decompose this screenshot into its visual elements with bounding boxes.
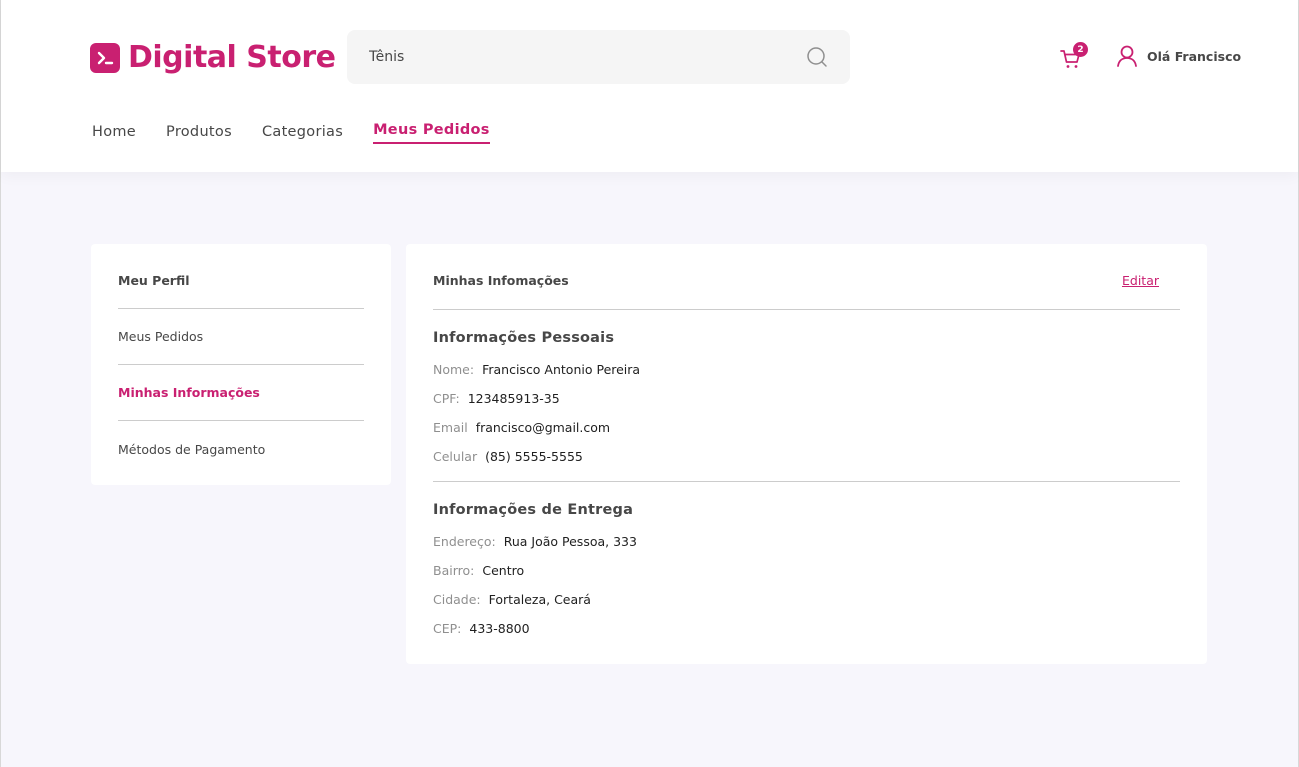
field-label: CPF:: [433, 391, 460, 406]
info-row-cep: CEP: 433-8800: [433, 614, 1180, 643]
nav-item-categorias[interactable]: Categorias: [262, 120, 343, 140]
personal-info-title: Informações Pessoais: [433, 330, 615, 346]
field-label: Cidade:: [433, 592, 481, 607]
field-label: Celular: [433, 449, 478, 464]
user-menu[interactable]: Olá Francisco: [1116, 44, 1241, 68]
terminal-icon: [90, 42, 120, 73]
cart-count-badge: 2: [1073, 42, 1088, 57]
info-row-email: Email francisco@gmail.com: [433, 413, 1180, 442]
field-value: Rua João Pessoa, 333: [503, 534, 637, 549]
delivery-info-section: Informações de Entrega Endereço: Rua Joã…: [433, 482, 1180, 643]
search-input[interactable]: [369, 49, 806, 65]
info-row-cpf: CPF: 123485913-35: [433, 384, 1180, 413]
search-icon[interactable]: [806, 46, 828, 68]
info-row-cidade: Cidade: Fortaleza, Ceará: [433, 585, 1180, 614]
field-value: 433-8800: [469, 621, 530, 636]
info-card-title: Minhas Infomações: [433, 273, 569, 288]
info-row-name: Nome: Francisco Antonio Pereira: [433, 355, 1180, 384]
info-row-celular: Celular (85) 5555-5555: [433, 442, 1180, 471]
search-bar: [347, 30, 850, 84]
sidebar-item-meus-pedidos[interactable]: Meus Pedidos: [118, 309, 364, 365]
sidebar-item-metodos-pagamento[interactable]: Métodos de Pagamento: [118, 421, 364, 477]
info-row-endereco: Endereço: Rua João Pessoa, 333: [433, 527, 1180, 556]
personal-info-section: Informações Pessoais Nome: Francisco Ant…: [433, 310, 1180, 482]
field-value: Fortaleza, Ceará: [488, 592, 591, 607]
user-icon: [1117, 45, 1137, 67]
nav-item-home[interactable]: Home: [92, 120, 136, 140]
profile-sidebar: Meu Perfil Meus Pedidos Minhas Informaçõ…: [91, 244, 391, 485]
field-value: Centro: [482, 563, 525, 578]
field-label: Nome:: [433, 362, 475, 377]
nav-item-meus-pedidos[interactable]: Meus Pedidos: [373, 120, 490, 144]
field-label: Endereço:: [433, 534, 496, 549]
info-card: Minhas Infomações Editar Informações Pes…: [406, 244, 1207, 664]
cart-button[interactable]: 2: [1059, 42, 1089, 70]
user-greeting: Olá Francisco: [1147, 48, 1242, 64]
field-value: (85) 5555-5555: [485, 449, 583, 464]
field-value: Francisco Antonio Pereira: [482, 362, 641, 377]
edit-button[interactable]: Editar: [1122, 273, 1159, 288]
info-row-bairro: Bairro: Centro: [433, 556, 1180, 585]
brand-logo[interactable]: Digital Store: [90, 40, 336, 75]
nav-item-produtos[interactable]: Produtos: [166, 120, 232, 140]
sidebar-title: Meu Perfil: [118, 244, 364, 309]
site-header: Digital Store 2 Olá Francisco: [1, 0, 1298, 172]
info-card-header: Minhas Infomações Editar: [433, 244, 1180, 310]
field-value: francisco@gmail.com: [475, 420, 611, 435]
field-label: Email: [433, 420, 468, 435]
brand-name: Digital Store: [128, 40, 336, 75]
field-value: 123485913-35: [467, 391, 560, 406]
page: Digital Store 2 Olá Francisco: [0, 0, 1299, 767]
sidebar-item-minhas-informacoes[interactable]: Minhas Informações: [118, 365, 364, 421]
delivery-info-title: Informações de Entrega: [433, 502, 634, 518]
field-label: Bairro:: [433, 563, 475, 578]
main-nav: Home Produtos Categorias Meus Pedidos: [92, 120, 520, 144]
field-label: CEP:: [433, 621, 462, 636]
